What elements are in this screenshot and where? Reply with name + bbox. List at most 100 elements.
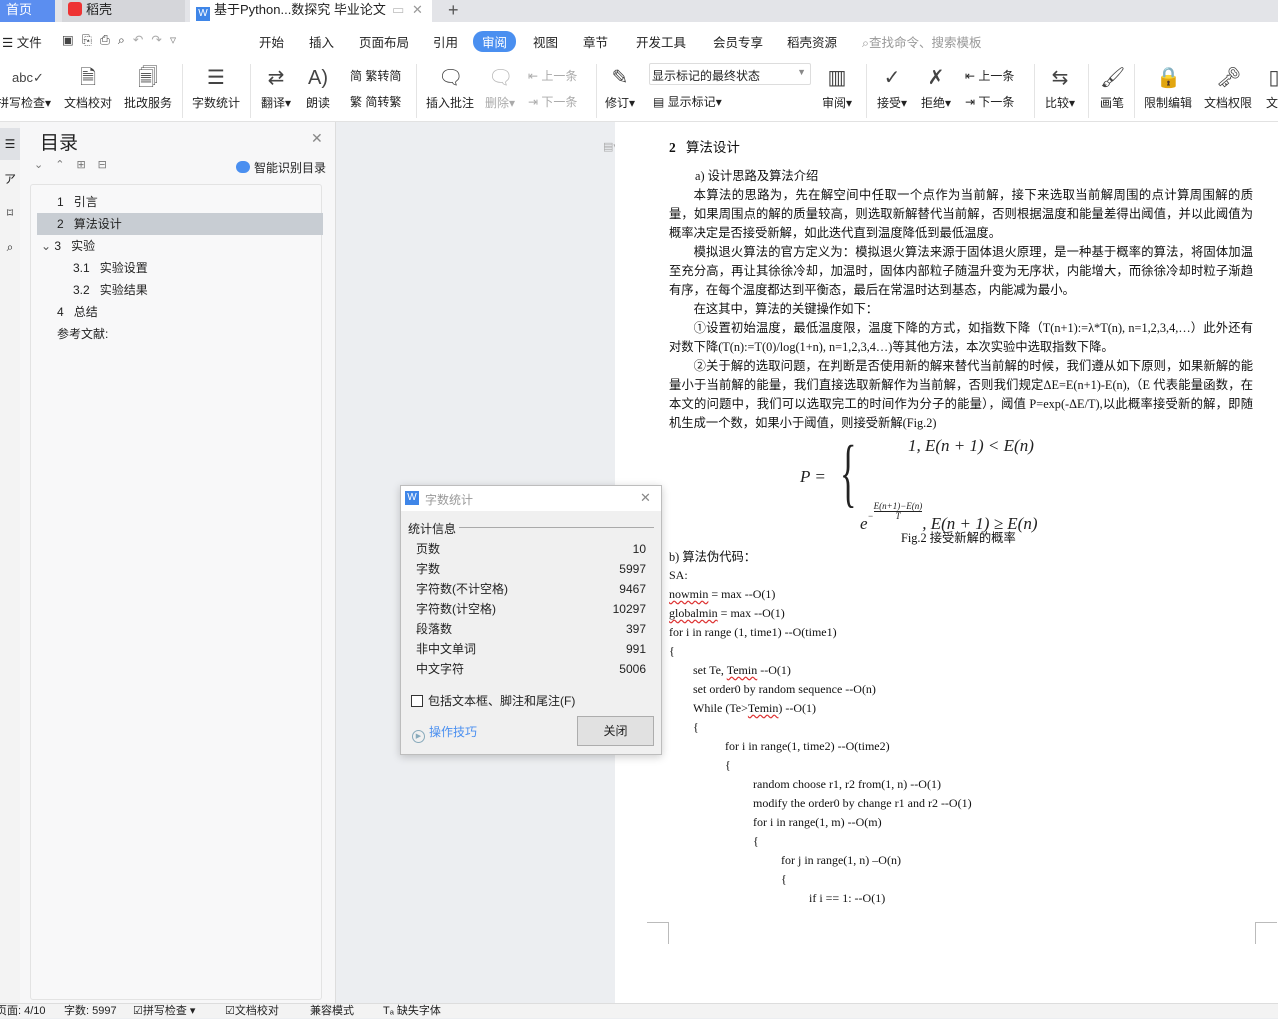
chevron-down-icon[interactable]: ⌄ — [41, 239, 54, 253]
wps-writer-icon: W — [405, 491, 419, 505]
tab-docer[interactable]: 稻壳 — [62, 0, 185, 22]
review-pane-button[interactable]: ▥ 审阅▾ — [818, 66, 856, 111]
file-menu[interactable]: ☰ 文件 — [2, 32, 42, 51]
translate-button[interactable]: ⇄ 翻译▾ — [258, 66, 294, 111]
word-count-button[interactable]: ☰ 字数统计 — [190, 66, 242, 111]
menu-insert[interactable]: 插入 — [309, 32, 334, 51]
smart-toc-button[interactable]: 智能识别目录 — [236, 159, 326, 176]
page-indicator[interactable]: 页面: 4/10 — [0, 1004, 46, 1019]
code-line: While (Te>Temin) --O(1) — [693, 701, 816, 716]
markup-state-select[interactable]: 显示标记的最终状态 ▼ — [649, 63, 811, 85]
code-line: if i == 1: --O(1) — [809, 891, 885, 906]
next-change-button[interactable]: ⇥ 下一条 — [965, 93, 1014, 110]
save-icon[interactable]: ▣ — [62, 33, 82, 47]
stat-value: 9467 — [619, 582, 646, 596]
misspelled-word[interactable]: Temin — [748, 701, 779, 715]
preview-icon[interactable]: ⌕ — [118, 33, 133, 47]
more-ribbon-button[interactable]: ▯ 文 — [1262, 66, 1278, 111]
close-tab-icon[interactable]: ✕ — [412, 0, 423, 20]
accept-button[interactable]: ✓ 接受▾ — [874, 66, 910, 111]
tips-link[interactable]: ▶ 操作技巧 — [412, 723, 477, 743]
document-page[interactable]: 2 算法设计 a) 设计思路及算法介绍 本算法的思路为，先在解空间中任取一个点作… — [615, 122, 1278, 1003]
traditional-to-simplified-button[interactable]: 简 繁转简 — [350, 67, 401, 84]
restrict-editing-button[interactable]: 🔒 限制编辑 — [1142, 66, 1194, 111]
document-permission-button[interactable]: 🗝 文档权限 — [1202, 66, 1254, 111]
reject-button[interactable]: ✗ 拒绝▾ — [918, 66, 954, 111]
toc-item[interactable]: 1 引言 — [37, 191, 323, 213]
word-count-indicator[interactable]: 字数: 5997 — [64, 1004, 117, 1019]
proofread-toggle[interactable]: ☑文档校对 — [225, 1004, 279, 1019]
correction-service-button[interactable]: 🗐 批改服务 — [122, 66, 174, 111]
simplified-to-traditional-button[interactable]: 繁 简转繁 — [350, 93, 401, 110]
toc-item[interactable]: 3.2 实验结果 — [37, 279, 323, 301]
label: 批改服务 — [123, 96, 172, 110]
include-textbox-checkbox[interactable]: 包括文本框、脚注和尾注(F) — [411, 692, 575, 709]
label: 文档校对 — [234, 1005, 279, 1017]
menu-review[interactable]: 审阅 — [473, 31, 517, 52]
misspelled-word[interactable]: nowmin — [669, 587, 708, 601]
spell-check-button[interactable]: abc✓ 拼写检查▾ — [0, 66, 52, 111]
next-comment-button[interactable]: ⇥ 下一条 — [528, 93, 577, 110]
pen-button[interactable]: 🖌 画笔 — [1096, 66, 1128, 111]
toc-item[interactable]: 4 总结 — [37, 301, 323, 323]
more-icon[interactable]: ▿ — [170, 33, 184, 47]
collapse-all-icon[interactable]: ⌄ — [34, 159, 55, 171]
toc-item[interactable]: ⌄ 3 实验 — [37, 235, 323, 257]
menu-start[interactable]: 开始 — [259, 32, 284, 51]
stat-row: 页数 10 — [416, 539, 646, 559]
misspelled-word[interactable]: globalmin — [669, 606, 718, 620]
tab-document[interactable]: W 基于Python...数探究 毕业论文 ▭ ✕ — [190, 0, 432, 22]
checkbox-box[interactable] — [411, 695, 423, 707]
print-icon[interactable]: ⎙ — [100, 33, 118, 47]
redo-icon[interactable]: ↷ — [151, 33, 169, 47]
prev-change-button[interactable]: ⇤ 上一条 — [965, 67, 1014, 84]
label: 删除 — [484, 96, 509, 110]
add-level-icon[interactable]: ⊞ — [76, 159, 97, 171]
delete-comment-button[interactable]: 🗨 删除▾ — [482, 66, 518, 111]
spell-check-toggle[interactable]: ☑拼写检查 ▾ — [133, 1004, 195, 1019]
new-tab-button[interactable]: + — [442, 0, 459, 22]
menu-layout[interactable]: 页面布局 — [359, 32, 409, 51]
read-aloud-button[interactable]: A) 朗读 — [302, 66, 334, 111]
toc-item[interactable]: 参考文献: — [37, 323, 323, 345]
compare-button[interactable]: ⇆ 比较▾ — [1042, 66, 1078, 111]
menu-view[interactable]: 视图 — [533, 32, 558, 51]
command-search[interactable]: ⌕查找命令、搜索模板 — [862, 32, 982, 51]
show-markup-button[interactable]: ▤ 显示标记▾ — [653, 93, 722, 110]
menu-references[interactable]: 引用 — [433, 32, 458, 51]
status-bar: 页面: 4/10 字数: 5997 ☑拼写检查 ▾ ☑文档校对 兼容模式 Tₐ … — [0, 1003, 1278, 1018]
export-icon[interactable]: ⎘ — [82, 33, 100, 47]
insert-comment-button[interactable]: 🗨 插入批注 — [424, 66, 476, 111]
close-button[interactable]: 关闭 — [577, 716, 654, 746]
pin-icon[interactable]: ▭ — [392, 0, 404, 20]
menu-member[interactable]: 会员专享 — [713, 32, 763, 51]
tab-home[interactable]: 首页 — [0, 0, 55, 22]
label: 文档校对 — [63, 96, 112, 110]
misspelled-word[interactable]: Temin — [727, 663, 758, 677]
track-changes-button[interactable]: ✎ 修订▾ — [602, 66, 638, 111]
styles-icon[interactable]: ア — [0, 170, 20, 187]
menu-docer-resources[interactable]: 稻壳资源 — [787, 32, 837, 51]
dialog-titlebar[interactable]: W 字数统计 ✕ — [401, 486, 661, 511]
toc-item[interactable]: 3.1 实验设置 — [37, 257, 323, 279]
prev-comment-button[interactable]: ⇤ 上一条 — [528, 67, 577, 84]
undo-icon[interactable]: ↶ — [133, 33, 151, 47]
label: 修订 — [604, 96, 629, 110]
close-icon[interactable]: ✕ — [640, 490, 651, 506]
stat-label: 页数 — [416, 542, 441, 556]
label: 参考文献: — [57, 327, 109, 341]
doc-proofread-button[interactable]: 🗎 文档校对 — [62, 66, 114, 111]
close-panel-icon[interactable]: ✕ — [311, 130, 323, 147]
expand-up-icon[interactable]: ⌃ — [55, 159, 76, 171]
label: 简转繁 — [365, 95, 402, 109]
menu-section[interactable]: 章节 — [583, 32, 608, 51]
missing-font-button[interactable]: Tₐ 缺失字体 — [383, 1004, 441, 1019]
search-icon[interactable]: ⌕ — [0, 240, 20, 255]
menu-developer[interactable]: 开发工具 — [636, 32, 686, 51]
toc-icon[interactable]: ☰ — [0, 128, 20, 160]
remove-level-icon[interactable]: ⊟ — [98, 159, 119, 171]
toc-item-selected[interactable]: 2 算法设计 — [37, 213, 323, 235]
label: 总结 — [73, 305, 98, 319]
stat-value: 397 — [625, 622, 646, 636]
bookmark-icon[interactable]: ⌑ — [0, 206, 20, 220]
